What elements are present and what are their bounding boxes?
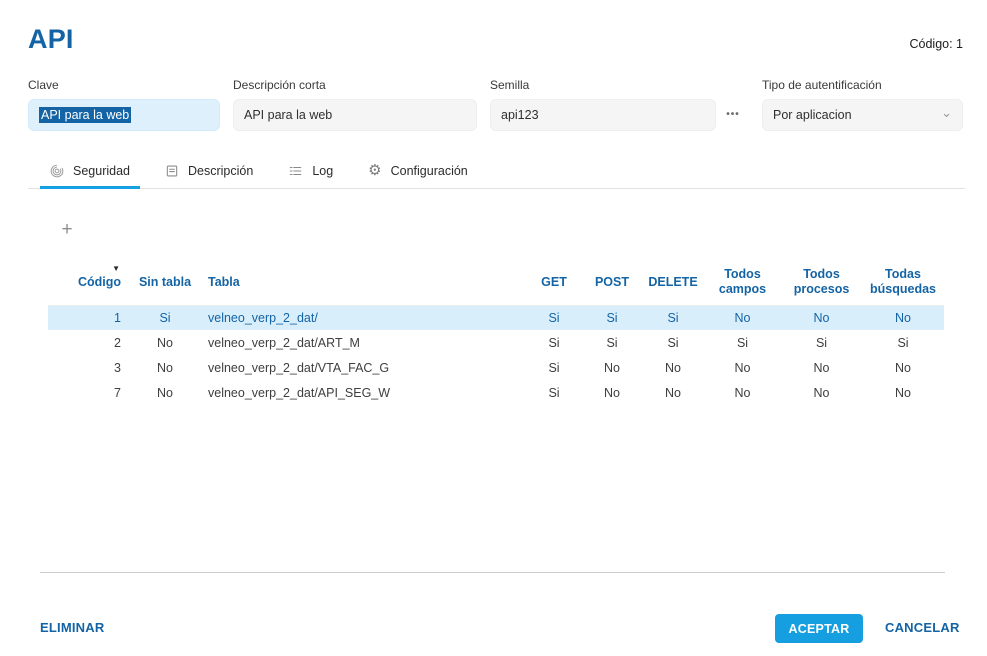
col-header-post[interactable]: POST <box>582 260 642 305</box>
table-cell[interactable]: Si <box>704 330 781 355</box>
tab-descripcion[interactable]: Descripción <box>155 157 263 189</box>
table-cell[interactable]: No <box>130 330 200 355</box>
table-cell[interactable]: Si <box>130 305 200 330</box>
table-cell[interactable]: No <box>781 305 862 330</box>
table-cell[interactable]: Si <box>862 330 944 355</box>
table-cell[interactable]: No <box>704 305 781 330</box>
list-icon <box>288 164 303 178</box>
col-header-tabla[interactable]: Tabla <box>200 260 526 305</box>
table-cell[interactable]: No <box>781 355 862 380</box>
semilla-input[interactable]: api123 <box>490 99 716 131</box>
table-body: 1Sivelneo_verp_2_dat/SiSiSiNoNoNo2Noveln… <box>48 305 944 405</box>
col-header-todos-procesos[interactable]: Todos procesos <box>781 260 862 305</box>
clave-input-selected-text: API para la web <box>39 107 131 123</box>
descripcion-corta-input[interactable]: API para la web <box>233 99 477 131</box>
table-cell[interactable]: 3 <box>48 355 130 380</box>
table-cell[interactable]: No <box>862 380 944 405</box>
chevron-down-icon: ⌄ <box>941 108 952 118</box>
table-row[interactable]: 7Novelneo_verp_2_dat/API_SEG_WSiNoNoNoNo… <box>48 380 944 405</box>
table-cell[interactable]: No <box>862 355 944 380</box>
semilla-more-options-button[interactable]: ••• <box>722 107 744 123</box>
tab-seguridad[interactable]: Seguridad <box>40 157 140 189</box>
col-header-todos-campos[interactable]: Todos campos <box>704 260 781 305</box>
table-cell[interactable]: velneo_verp_2_dat/API_SEG_W <box>200 380 526 405</box>
tab-bar: Seguridad Descripción Log <box>0 156 987 189</box>
semilla-value: api123 <box>501 108 539 122</box>
cancelar-button[interactable]: CANCELAR <box>885 620 960 635</box>
descripcion-corta-value: API para la web <box>244 108 332 122</box>
table-cell[interactable]: Si <box>781 330 862 355</box>
table-row[interactable]: 2Novelneo_verp_2_dat/ART_MSiSiSiSiSiSi <box>48 330 944 355</box>
aceptar-button[interactable]: ACEPTAR <box>775 614 863 643</box>
table-cell[interactable]: Si <box>526 305 582 330</box>
table-cell[interactable]: Si <box>526 355 582 380</box>
table-cell[interactable]: velneo_verp_2_dat/ART_M <box>200 330 526 355</box>
table-cell[interactable]: No <box>582 380 642 405</box>
ellipsis-icon: ••• <box>726 109 740 120</box>
table-cell[interactable]: No <box>130 380 200 405</box>
semilla-label: Semilla <box>490 78 529 92</box>
sort-desc-icon: ▼ <box>112 264 120 274</box>
page-title: API <box>28 24 74 55</box>
col-header-codigo[interactable]: Código ▼ <box>48 260 130 305</box>
tab-configuracion[interactable]: ⚙ Configuración <box>358 157 478 189</box>
table-cell[interactable]: 2 <box>48 330 130 355</box>
table-row[interactable]: 3Novelneo_verp_2_dat/VTA_FAC_GSiNoNoNoNo… <box>48 355 944 380</box>
footer-divider <box>40 572 945 573</box>
clave-input[interactable]: API para la web <box>28 99 220 131</box>
col-header-todas-busquedas[interactable]: Todas búsquedas <box>862 260 944 305</box>
tab-log-label: Log <box>312 164 333 178</box>
table-cell[interactable]: 1 <box>48 305 130 330</box>
tipo-autentificacion-select[interactable]: Por aplicacion ⌄ <box>762 99 963 131</box>
table-cell[interactable]: No <box>704 355 781 380</box>
tab-log[interactable]: Log <box>278 157 343 189</box>
fingerprint-icon <box>50 164 64 178</box>
tipo-autentificacion-value: Por aplicacion <box>773 108 852 122</box>
table-cell[interactable]: No <box>862 305 944 330</box>
col-header-delete[interactable]: DELETE <box>642 260 704 305</box>
table-cell[interactable]: Si <box>526 380 582 405</box>
table-cell[interactable]: Si <box>642 330 704 355</box>
plus-icon: + <box>61 219 72 240</box>
table-cell[interactable]: No <box>130 355 200 380</box>
table-cell[interactable]: velneo_verp_2_dat/VTA_FAC_G <box>200 355 526 380</box>
eliminar-button[interactable]: ELIMINAR <box>40 620 104 635</box>
table-cell[interactable]: velneo_verp_2_dat/ <box>200 305 526 330</box>
descripcion-corta-label: Descripción corta <box>233 78 326 92</box>
record-code-badge: Código: 1 <box>909 37 963 51</box>
table-cell[interactable]: Si <box>526 330 582 355</box>
clave-label: Clave <box>28 78 59 92</box>
table-cell[interactable]: Si <box>582 305 642 330</box>
table-cell[interactable]: No <box>704 380 781 405</box>
tipo-autentificacion-label: Tipo de autentificación <box>762 78 882 92</box>
col-header-sin-tabla[interactable]: Sin tabla <box>130 260 200 305</box>
table-cell[interactable]: Si <box>642 305 704 330</box>
col-header-get[interactable]: GET <box>526 260 582 305</box>
table-cell[interactable]: No <box>642 380 704 405</box>
tab-seguridad-label: Seguridad <box>73 164 130 178</box>
tab-configuracion-label: Configuración <box>391 164 468 178</box>
table-cell[interactable]: No <box>642 355 704 380</box>
table-header-row: Código ▼ Sin tabla Tabla GET POST DELETE… <box>48 260 944 305</box>
add-row-button[interactable]: + <box>56 219 78 241</box>
table-cell[interactable]: No <box>582 355 642 380</box>
gear-icon: ⚙ <box>368 164 381 178</box>
document-icon <box>165 164 179 178</box>
tab-descripcion-label: Descripción <box>188 164 253 178</box>
table-cell[interactable]: 7 <box>48 380 130 405</box>
table-row[interactable]: 1Sivelneo_verp_2_dat/SiSiSiNoNoNo <box>48 305 944 330</box>
table-cell[interactable]: Si <box>582 330 642 355</box>
table-cell[interactable]: No <box>781 380 862 405</box>
security-table: Código ▼ Sin tabla Tabla GET POST DELETE… <box>48 260 944 405</box>
